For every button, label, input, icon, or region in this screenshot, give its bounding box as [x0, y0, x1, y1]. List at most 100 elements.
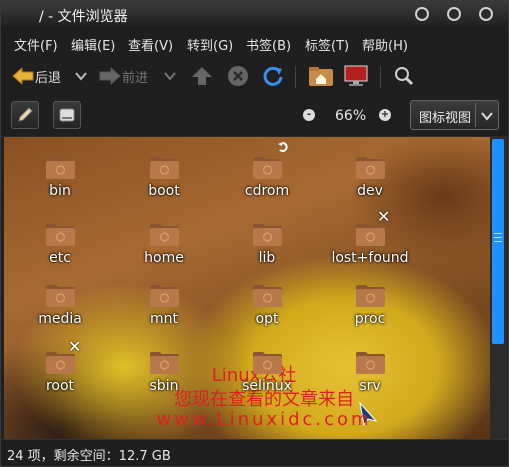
- folder-item[interactable]: sbin: [119, 350, 209, 410]
- folder-item[interactable]: selinux: [222, 350, 312, 410]
- folder-item[interactable]: etc: [15, 222, 105, 282]
- close-button[interactable]: [479, 7, 493, 21]
- menu-go[interactable]: 转到(G): [187, 35, 233, 54]
- back-arrow-icon: [12, 66, 34, 86]
- folder-label: cdrom: [244, 183, 290, 199]
- stop-button[interactable]: [227, 62, 249, 90]
- folder-label: selinux: [242, 378, 292, 394]
- folder-icon: [253, 352, 282, 374]
- view-mode-select[interactable]: 图标视图: [410, 100, 499, 130]
- zoom-in-button[interactable]: +: [379, 109, 391, 121]
- navigation-toolbar: 后退 前进: [1, 57, 508, 95]
- folder-item[interactable]: boot: [119, 155, 209, 215]
- folder-label: lib: [258, 250, 276, 266]
- folder-icon: [253, 285, 282, 307]
- back-button[interactable]: 后退: [11, 62, 61, 90]
- maximize-button[interactable]: [447, 7, 461, 21]
- folder-icon: [46, 157, 75, 179]
- folder-icon: [46, 224, 75, 246]
- folder-item[interactable]: media: [15, 283, 105, 343]
- home-button[interactable]: [308, 62, 334, 90]
- folder-label: bin: [49, 183, 71, 199]
- folder-icon: [356, 157, 385, 179]
- stop-icon: [228, 66, 248, 86]
- file-icon-view[interactable]: ✕ ✕ Linux公社 您现在查看的文章来自 www.Linuxidc.com …: [4, 137, 490, 439]
- folder-label: root: [45, 378, 75, 394]
- title-bar[interactable]: / - 文件浏览器: [1, 1, 508, 29]
- toolbar-separator: [295, 66, 296, 88]
- reload-button[interactable]: [262, 62, 284, 90]
- toolbar-separator: [380, 66, 381, 88]
- folder-item[interactable]: home: [119, 222, 209, 282]
- vertical-scrollbar[interactable]: [490, 137, 507, 439]
- folder-item[interactable]: bin: [15, 155, 105, 215]
- folder-icon: [150, 352, 179, 374]
- search-icon: [395, 67, 414, 86]
- file-browser-window: / - 文件浏览器 文件(F) 编辑(E) 查看(V) 转到(G) 书签(B) …: [0, 0, 509, 467]
- chevron-down-icon: [481, 112, 493, 121]
- chevron-down-icon: [75, 72, 87, 81]
- forward-button[interactable]: 前进: [98, 62, 148, 90]
- menu-bookmarks[interactable]: 书签(B): [246, 35, 291, 54]
- folder-item[interactable]: mnt: [119, 283, 209, 343]
- folder-label: etc: [49, 250, 71, 266]
- folder-item[interactable]: lib: [222, 222, 312, 282]
- forward-label: 前进: [122, 70, 149, 86]
- folder-icon: [46, 352, 75, 374]
- forward-arrow-icon: [99, 66, 121, 86]
- folder-label: home: [144, 250, 184, 266]
- folder-label: lost+found: [331, 250, 409, 266]
- zoom-level: 66%: [335, 108, 367, 124]
- folder-item[interactable]: dev: [325, 155, 415, 215]
- menu-tabs[interactable]: 标签(T): [305, 35, 349, 54]
- folder-label: opt: [255, 311, 279, 327]
- select-divider: [475, 103, 476, 127]
- drive-breadcrumb-button[interactable]: [53, 101, 81, 129]
- folder-item[interactable]: opt: [222, 283, 312, 343]
- grip-icon: [494, 233, 502, 242]
- folder-item[interactable]: cdrom: [222, 155, 312, 215]
- pencil-icon: [18, 107, 33, 122]
- folder-icon: [356, 285, 385, 307]
- minimize-button[interactable]: [415, 7, 429, 21]
- hard-drive-icon: [59, 108, 75, 122]
- computer-icon: [344, 65, 368, 86]
- forward-history-dropdown[interactable]: [164, 62, 176, 90]
- folder-label: media: [38, 311, 82, 327]
- watermark-line3: www.Linuxidc.com: [156, 409, 372, 430]
- zoom-out-button[interactable]: -: [303, 109, 315, 121]
- folder-label: dev: [357, 183, 383, 199]
- menu-view[interactable]: 查看(V): [128, 35, 173, 54]
- view-mode-label: 图标视图: [419, 111, 472, 126]
- folder-label: proc: [354, 311, 386, 327]
- computer-button[interactable]: [343, 62, 369, 90]
- folder-item[interactable]: proc: [325, 283, 415, 343]
- menu-bar: 文件(F) 编辑(E) 查看(V) 转到(G) 书签(B) 标签(T) 帮助(H…: [1, 29, 508, 57]
- folder-item[interactable]: root: [15, 350, 105, 410]
- folder-label: srv: [359, 378, 381, 394]
- folder-icon: [356, 224, 385, 246]
- menu-file[interactable]: 文件(F): [14, 35, 58, 54]
- folder-icon: [150, 285, 179, 307]
- menu-edit[interactable]: 编辑(E): [71, 35, 115, 54]
- folder-item[interactable]: lost+found: [325, 222, 415, 282]
- location-toolbar: - 66% + 图标视图: [1, 95, 508, 137]
- folder-label: boot: [148, 183, 180, 199]
- back-history-dropdown[interactable]: [75, 62, 87, 90]
- window-title: / - 文件浏览器: [39, 9, 128, 25]
- reload-icon: [263, 66, 283, 86]
- back-label: 后退: [35, 70, 62, 86]
- folder-icon: [356, 352, 385, 374]
- up-button[interactable]: [191, 62, 213, 90]
- edit-location-button[interactable]: [11, 101, 39, 129]
- search-button[interactable]: [394, 62, 414, 90]
- up-arrow-icon: [192, 67, 212, 85]
- chevron-down-icon: [164, 72, 176, 81]
- status-text: 24 项，剩余空间：12.7 GB: [7, 449, 171, 464]
- folder-icon: [253, 157, 282, 179]
- folder-icon: [150, 157, 179, 179]
- menu-help[interactable]: 帮助(H): [362, 35, 408, 54]
- home-folder-icon: [309, 67, 333, 86]
- folder-item[interactable]: srv: [325, 350, 415, 410]
- folder-icon: [253, 224, 282, 246]
